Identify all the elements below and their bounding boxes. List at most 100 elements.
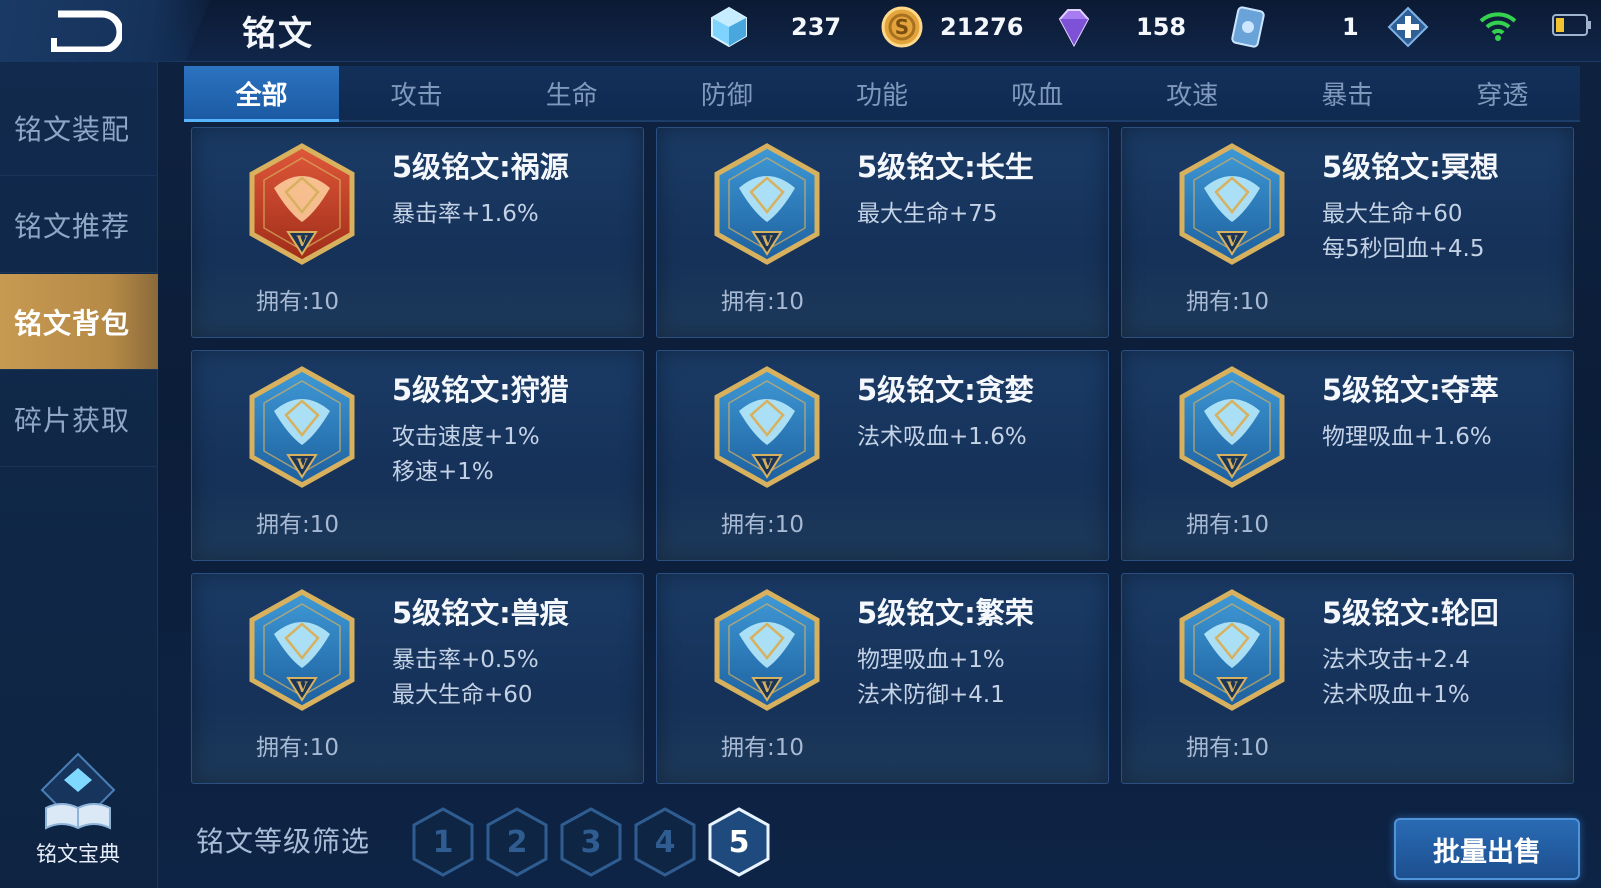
rune-stat: 法术防御+4.1 bbox=[857, 682, 1005, 708]
rune-codex-button[interactable]: 铭文宝典 bbox=[20, 750, 136, 878]
rune-owned-count: 拥有:10 bbox=[256, 735, 340, 761]
svg-text:V: V bbox=[1226, 457, 1239, 473]
gold-coin-icon: S bbox=[881, 6, 923, 48]
tab-defense[interactable]: 防御 bbox=[649, 66, 804, 120]
sidebar-item-label: 铭文推荐 bbox=[14, 209, 131, 243]
rune-stat: 最大生命+75 bbox=[857, 201, 998, 227]
rune-name: 5级铭文:兽痕 bbox=[392, 596, 569, 630]
rune-changsheng-icon: V bbox=[714, 143, 820, 265]
level-filter-label: 3 bbox=[580, 824, 602, 860]
rune-stat: 法术攻击+2.4 bbox=[1322, 647, 1470, 673]
rune-owned-count: 拥有:10 bbox=[256, 289, 340, 315]
rune-duocui-icon: V bbox=[1179, 366, 1285, 488]
currency-gold-value: 21276 bbox=[940, 13, 1024, 41]
rune-stat: 物理吸血+1% bbox=[857, 647, 1005, 673]
svg-text:V: V bbox=[761, 234, 774, 250]
rune-stat: 最大生命+60 bbox=[392, 682, 533, 708]
level-filter-2[interactable]: 2 bbox=[484, 806, 550, 878]
rune-card[interactable]: V 5级铭文:轮回法术攻击+2.4 法术吸血+1% 拥有:10 bbox=[1121, 573, 1574, 784]
tab-attack[interactable]: 攻击 bbox=[339, 66, 494, 120]
rune-huoyuan-icon: V bbox=[249, 143, 355, 265]
diamond-crystal-icon bbox=[711, 6, 747, 48]
tab-attack-speed[interactable]: 攻速 bbox=[1115, 66, 1270, 120]
rune-stat: 最大生命+60 bbox=[1322, 201, 1463, 227]
level-filter-1[interactable]: 1 bbox=[410, 806, 476, 878]
rune-name: 5级铭文:贪婪 bbox=[857, 373, 1034, 407]
currency-diamond-value: 237 bbox=[791, 13, 842, 41]
top-bar: 铭文 237 S 21276 158 1 bbox=[0, 0, 1601, 62]
rune-card[interactable]: V 5级铭文:祸源暴击率+1.6% 拥有:10 bbox=[191, 127, 644, 338]
rune-grid: V 5级铭文:祸源暴击率+1.6% 拥有:10 V 5级铭文:长生最大生命+75 拥有:1… bbox=[191, 127, 1581, 785]
rune-stat: 暴击率+1.6% bbox=[392, 201, 539, 227]
rune-mingxiang-icon: V bbox=[1179, 143, 1285, 265]
rune-stat: 物理吸血+1.6% bbox=[1322, 424, 1492, 450]
rune-card[interactable]: V 5级铭文:冥想 最大生命+60 每5秒回血+4.5 拥有:10 bbox=[1121, 127, 1574, 338]
codex-label: 铭文宝典 bbox=[36, 842, 120, 866]
tab-utility[interactable]: 功能 bbox=[804, 66, 959, 120]
rune-card[interactable]: V 5级铭文:狩猎 攻击速度+1% 移速+1% 拥有:10 bbox=[191, 350, 644, 561]
rune-name: 5级铭文:祸源 bbox=[392, 150, 569, 184]
sidebar-item-label: 碎片获取 bbox=[14, 403, 131, 437]
battery-icon bbox=[1552, 14, 1591, 36]
sidebar-item-label: 铭文背包 bbox=[14, 306, 131, 340]
rune-owned-count: 拥有:10 bbox=[1186, 735, 1270, 761]
back-arrow-icon bbox=[51, 10, 124, 54]
rune-card[interactable]: V 5级铭文:夺萃物理吸血+1.6% 拥有:10 bbox=[1121, 350, 1574, 561]
category-tabs: 全部 攻击 生命 防御 功能 吸血 攻速 暴击 穿透 bbox=[184, 66, 1580, 122]
rune-owned-count: 拥有:10 bbox=[721, 735, 805, 761]
svg-text:V: V bbox=[761, 457, 774, 473]
rune-stat: 法术吸血+1% bbox=[1322, 682, 1470, 708]
rune-card[interactable]: V 5级铭文:贪婪 法术吸血+1.6% 拥有:10 bbox=[656, 350, 1109, 561]
tab-health[interactable]: 生命 bbox=[494, 66, 649, 120]
plus-icon bbox=[1387, 6, 1429, 48]
currency-voucher: 1 bbox=[1226, 4, 1359, 50]
currency-gem: 158 bbox=[1052, 4, 1186, 50]
tab-all[interactable]: 全部 bbox=[184, 66, 340, 122]
level-filter-4[interactable]: 4 bbox=[632, 806, 698, 878]
sidebar-item-fragment-obtain[interactable]: 碎片获取 bbox=[0, 371, 158, 467]
currency-gem-value: 158 bbox=[1136, 13, 1187, 41]
rune-owned-count: 拥有:10 bbox=[256, 512, 340, 538]
codex-book-icon bbox=[40, 752, 116, 830]
svg-text:V: V bbox=[296, 234, 309, 250]
bulk-sell-button[interactable]: 批量出售 bbox=[1394, 818, 1580, 880]
level-filter-label: 2 bbox=[506, 824, 528, 860]
sidebar-item-rune-bag[interactable]: 铭文背包 bbox=[0, 274, 158, 370]
currency-voucher-value: 1 bbox=[1342, 13, 1359, 41]
level-filter-label: 铭文等级筛选 bbox=[196, 825, 371, 858]
rune-owned-count: 拥有:10 bbox=[1186, 289, 1270, 315]
rune-card[interactable]: V 5级铭文:兽痕 暴击率+0.5% 最大生命+60 拥有:10 bbox=[191, 573, 644, 784]
sidebar-item-rune-equip[interactable]: 铭文装配 bbox=[0, 80, 158, 176]
rune-stat: 移速+1% bbox=[392, 459, 494, 485]
rune-stat: 法术吸血+1.6% bbox=[857, 424, 1027, 450]
rune-stat: 攻击速度+1% bbox=[392, 424, 540, 450]
page-title: 铭文 bbox=[242, 14, 314, 54]
purple-gem-icon bbox=[1058, 9, 1090, 48]
rune-owned-count: 拥有:10 bbox=[1186, 512, 1270, 538]
sidebar-item-label: 铭文装配 bbox=[14, 112, 131, 146]
tab-crit[interactable]: 暴击 bbox=[1270, 66, 1425, 120]
rune-name: 5级铭文:冥想 bbox=[1322, 150, 1499, 184]
svg-text:V: V bbox=[296, 680, 309, 696]
level-filter-5[interactable]: 5 bbox=[706, 806, 772, 878]
currency-diamond: 237 bbox=[707, 4, 841, 50]
voucher-card-icon bbox=[1231, 6, 1265, 48]
tab-lifesteal[interactable]: 吸血 bbox=[960, 66, 1115, 120]
currency-gold: S 21276 bbox=[880, 4, 1024, 50]
svg-text:S: S bbox=[895, 15, 909, 39]
svg-text:V: V bbox=[1226, 234, 1239, 250]
rune-tanlan-icon: V bbox=[714, 366, 820, 488]
add-currency-button[interactable] bbox=[1387, 6, 1429, 48]
rune-name: 5级铭文:轮回 bbox=[1322, 596, 1499, 630]
sidebar-item-rune-recommend[interactable]: 铭文推荐 bbox=[0, 177, 158, 273]
svg-text:V: V bbox=[1226, 680, 1239, 696]
rune-card[interactable]: V 5级铭文:繁荣 物理吸血+1% 法术防御+4.1 拥有:10 bbox=[656, 573, 1109, 784]
level-filter-3[interactable]: 3 bbox=[558, 806, 624, 878]
rune-lunhui-icon: V bbox=[1179, 589, 1285, 711]
rune-name: 5级铭文:夺萃 bbox=[1322, 373, 1499, 407]
back-button[interactable] bbox=[44, 8, 124, 54]
tab-penetration[interactable]: 穿透 bbox=[1425, 66, 1580, 120]
level-filter-label: 1 bbox=[432, 824, 454, 860]
rune-card[interactable]: V 5级铭文:长生 最大生命+75 拥有:10 bbox=[656, 127, 1109, 338]
rune-name: 5级铭文:长生 bbox=[857, 150, 1034, 184]
